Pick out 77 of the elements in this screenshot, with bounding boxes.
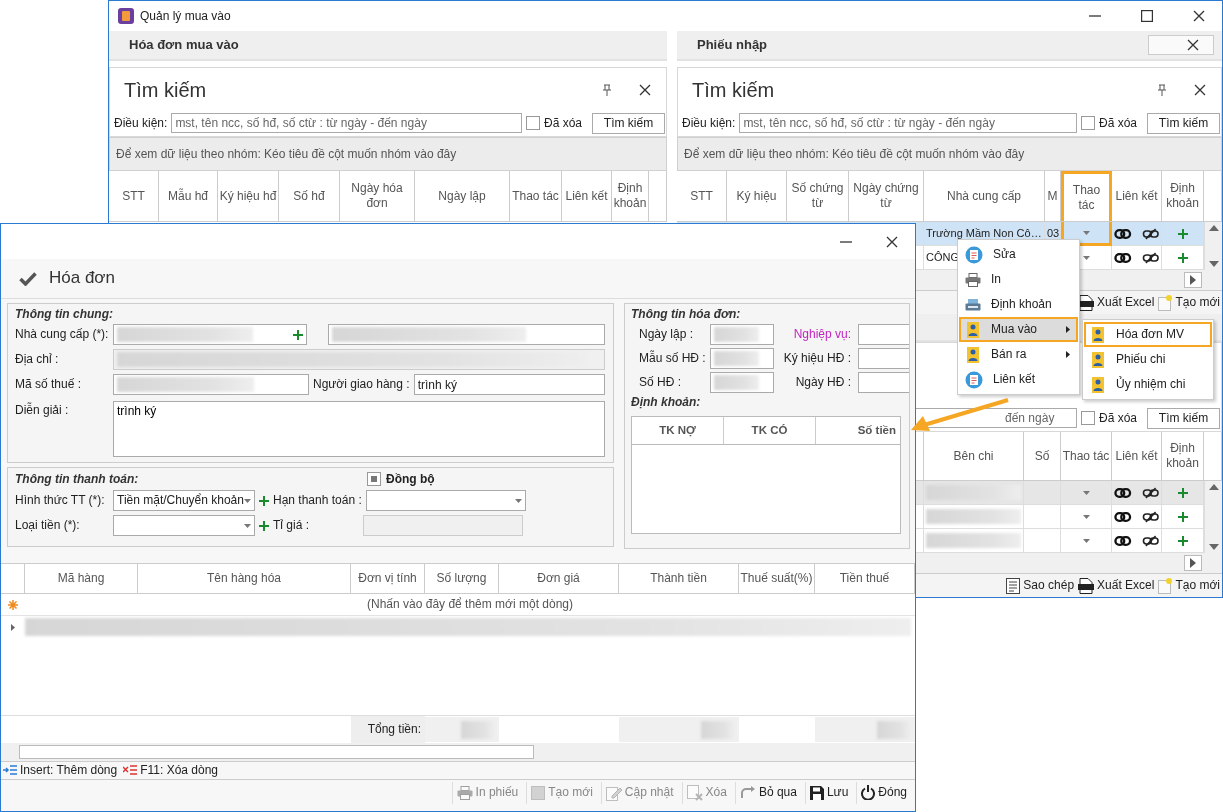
field-label: Mã số thuế : bbox=[15, 377, 83, 392]
field-label: Ngày lập : bbox=[638, 326, 695, 342]
menu-item[interactable]: Bán ra bbox=[959, 342, 1078, 367]
group-hint: Để xem dữ liệu theo nhóm: Kéo tiêu đề cột muốn nhóm vào đây bbox=[677, 137, 1222, 171]
pane-title: Phiếu nhập bbox=[697, 37, 768, 53]
field-label: Diễn giải : bbox=[15, 403, 70, 418]
group-title: Thông tin chung: bbox=[15, 306, 114, 322]
field-label: Số HĐ : bbox=[638, 374, 682, 390]
field-label: Người giao hàng : bbox=[313, 377, 410, 392]
toolbar-button[interactable]: Tạo mới bbox=[1156, 294, 1222, 311]
column-header[interactable]: Đơn giá bbox=[499, 564, 619, 594]
field-label: Mẫu số HĐ : bbox=[638, 350, 707, 366]
toolbar-button[interactable]: Xuất Excel bbox=[1076, 577, 1157, 594]
checkbox-label: Đồng bộ bbox=[386, 471, 435, 487]
panel-title: Tìm kiếm bbox=[692, 78, 776, 102]
column-header[interactable]: TK CÓ bbox=[724, 417, 816, 444]
column-header[interactable]: Tên hàng hóa bbox=[138, 564, 351, 594]
dialog-title: Hóa đơn bbox=[49, 268, 115, 289]
checkbox-label: Đã xóa bbox=[543, 115, 582, 131]
field-label: Điều kiện: bbox=[682, 115, 736, 131]
search-button[interactable]: Tìm kiếm bbox=[1147, 407, 1220, 429]
input-field[interactable]: trình ký bbox=[413, 374, 605, 395]
new-row-hint[interactable]: (Nhấn vào đây để thêm mới một dòng) bbox=[25, 597, 915, 612]
group-title: Thông tin hóa đơn: bbox=[631, 306, 742, 322]
column-header[interactable]: Tiền thuế bbox=[815, 564, 915, 594]
menu-item[interactable]: Hóa đơn MV bbox=[1084, 322, 1212, 347]
field-label: Ký hiệu HĐ : bbox=[782, 350, 852, 366]
column-header[interactable]: Đơn vị tính bbox=[351, 564, 425, 594]
field-label: Ngày HĐ : bbox=[794, 374, 852, 390]
column-header[interactable]: Thao tác bbox=[1061, 171, 1112, 221]
menu-item[interactable]: Định khoản bbox=[959, 292, 1078, 317]
group-hint: Để xem dữ liệu theo nhóm: Kéo tiêu đề cột muốn nhóm vào đây bbox=[109, 137, 667, 171]
column-header[interactable]: M bbox=[1045, 171, 1061, 221]
search-button[interactable]: Tìm kiếm bbox=[592, 112, 665, 134]
column-header[interactable]: Thành tiền bbox=[619, 564, 739, 594]
dropdown-field[interactable]: Tiền mặt/Chuyển khoản bbox=[113, 490, 255, 511]
search-field[interactable]: mst, tên ncc, số hđ, số ctừ : từ ngày - đến ngày bbox=[171, 113, 522, 133]
column-header[interactable]: Mã hàng bbox=[25, 564, 138, 594]
text-area[interactable]: trình ký bbox=[113, 401, 605, 457]
window-title: Quản lý mua vào bbox=[140, 8, 231, 24]
toolbar-button[interactable]: Bỏ qua bbox=[734, 781, 801, 804]
field-label: Địa chỉ : bbox=[15, 352, 60, 367]
field-label: Điều kiện: bbox=[114, 115, 168, 131]
menu-item[interactable]: Liên kết bbox=[959, 367, 1078, 392]
field-label: Loại tiền (*): bbox=[15, 518, 81, 533]
checkbox-label: Đã xóa bbox=[1098, 115, 1137, 131]
column-header[interactable]: Số lượng bbox=[425, 564, 499, 594]
column-header[interactable]: Thao tác bbox=[1061, 432, 1112, 480]
menu-item[interactable]: Ủy nhiệm chi bbox=[1084, 372, 1212, 397]
search-field[interactable]: mst, tên ncc, số hđ, số ctừ : từ ngày - đến ngày bbox=[739, 113, 1077, 133]
panel-title: Tìm kiếm bbox=[124, 78, 208, 102]
checkbox-label: Đã xóa bbox=[1098, 410, 1137, 426]
pane-title: Hóa đơn mua vào bbox=[129, 37, 239, 53]
search-button[interactable]: Tìm kiếm bbox=[1147, 112, 1220, 134]
toolbar-button[interactable]: Đóng bbox=[856, 781, 911, 804]
shortcut-hint: F11: Xóa dòng bbox=[140, 763, 218, 778]
field-label: Hình thức TT (*): bbox=[15, 493, 106, 508]
column-header[interactable]: Số tiền bbox=[816, 417, 900, 444]
field-label: Nhà cung cấp (*): bbox=[15, 327, 109, 342]
toolbar-button[interactable]: Lưu bbox=[804, 781, 853, 804]
group-title: Thông tin thanh toán: bbox=[15, 471, 140, 487]
total-label: Tổng tiền: bbox=[351, 716, 425, 743]
shortcut-hint: Insert: Thêm dòng bbox=[20, 763, 118, 778]
toolbar-button[interactable]: Sao chép bbox=[1004, 577, 1077, 594]
menu-item[interactable]: Mua vào bbox=[959, 317, 1078, 342]
column-header[interactable]: TK NỢ bbox=[632, 417, 724, 444]
group-title: Định khoản: bbox=[631, 394, 702, 410]
toolbar-button[interactable]: Tạo mới bbox=[1156, 577, 1222, 594]
field-label: Nghiệp vụ: bbox=[792, 326, 852, 342]
menu-item[interactable]: In bbox=[959, 267, 1078, 292]
column-header[interactable]: Thao tác bbox=[510, 171, 562, 221]
menu-item[interactable]: Phiếu chi bbox=[1084, 347, 1212, 372]
column-header[interactable]: Định khoản bbox=[612, 171, 649, 221]
column-header[interactable]: Thuế suất(%) bbox=[739, 564, 815, 594]
field-label: Tỉ giá : bbox=[273, 518, 310, 533]
field-label: Hạn thanh toán : bbox=[273, 493, 362, 508]
column-header[interactable]: Ký hiệu hđ bbox=[218, 171, 279, 221]
